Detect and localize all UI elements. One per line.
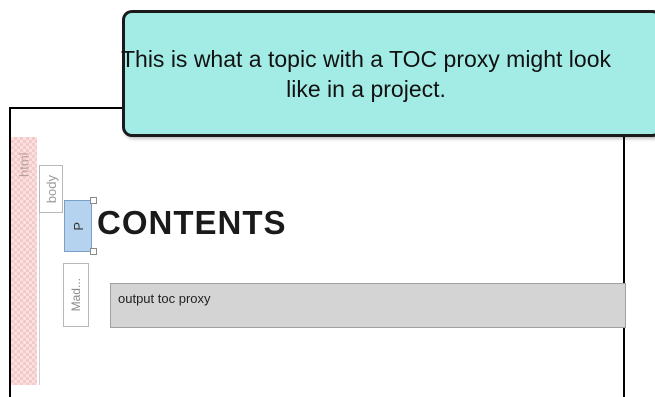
body-structure-line — [39, 213, 40, 385]
resize-handle-top[interactable] — [90, 197, 97, 204]
callout-text: This is what a topic with a TOC proxy mi… — [120, 45, 611, 102]
madcap-structure-tag[interactable]: Mad... — [63, 263, 89, 327]
html-structure-label: html — [16, 152, 32, 178]
body-structure-label: body — [43, 174, 59, 204]
contents-heading[interactable]: CONTENTS — [97, 204, 287, 242]
madcap-structure-label: Mad... — [69, 278, 83, 312]
body-structure-tag[interactable]: body — [39, 165, 63, 213]
resize-handle-bottom[interactable] — [90, 248, 97, 255]
p-structure-label: P — [70, 221, 86, 231]
toc-proxy-label: output toc proxy — [118, 291, 211, 306]
toc-proxy-block[interactable]: output toc proxy — [110, 283, 626, 328]
p-structure-tag[interactable]: P — [64, 200, 92, 252]
callout-box: This is what a topic with a TOC proxy mi… — [121, 10, 655, 137]
xml-editor-frame — [9, 107, 625, 397]
